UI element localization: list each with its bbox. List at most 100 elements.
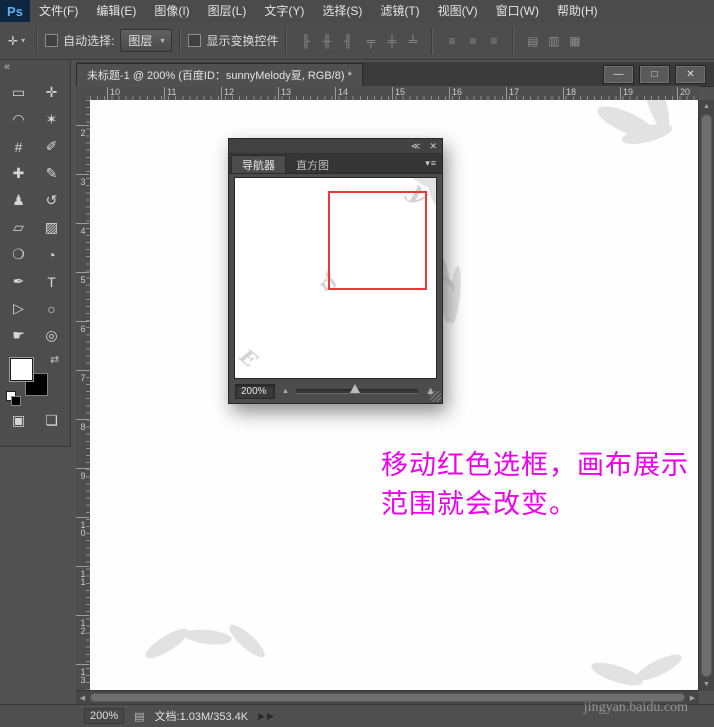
menu-window[interactable]: 窗口(W) — [487, 0, 548, 22]
navigator-view-box[interactable] — [328, 191, 427, 290]
crop-tool-icon[interactable]: # — [2, 133, 35, 160]
menu-help[interactable]: 帮助(H) — [548, 0, 607, 22]
tool-preset-picker[interactable]: ✛ ▾ — [0, 34, 29, 48]
foreground-color-swatch[interactable] — [10, 358, 33, 381]
menu-type[interactable]: 文字(Y) — [255, 0, 313, 22]
ruler-origin-corner — [76, 86, 91, 101]
gradient-tool-icon[interactable]: ▨ — [35, 214, 68, 241]
document-tab-bar: 未标题-1 @ 200% (百度ID：sunnyMelody夏, RGB/8) … — [76, 62, 714, 87]
annotation-text: 移动红色选框，画布展示 范围就会改变。 — [381, 446, 689, 524]
brush-tool-icon[interactable]: ✎ — [35, 160, 68, 187]
navigator-preview[interactable]: y rf E — [234, 177, 437, 379]
horizontal-ruler: 10 11 12 13 14 15 16 17 18 19 20 — [90, 86, 699, 101]
status-menu-arrow-icon[interactable]: ▶▶ — [258, 711, 276, 722]
distribute-vcenter-icon[interactable]: ≡ — [463, 32, 482, 49]
menu-layer[interactable]: 图层(L) — [199, 0, 256, 22]
canvas-watermark-shape — [595, 100, 699, 158]
align-hcenter-icon[interactable]: ╫ — [317, 32, 336, 49]
close-button[interactable]: ✕ — [675, 65, 706, 84]
swap-colors-icon[interactable]: ⇄ — [50, 353, 59, 366]
align-top-icon[interactable]: ╤ — [361, 32, 380, 49]
close-panel-icon[interactable]: ✕ — [429, 139, 437, 153]
separator — [512, 28, 514, 54]
align-vcenter-icon[interactable]: ╪ — [382, 32, 401, 49]
navigator-tabs: 导航器 直方图 ▾≡ — [229, 154, 442, 174]
type-tool-icon[interactable]: T — [35, 268, 68, 295]
ruler-mark: 10 — [110, 87, 120, 97]
move-tool-icon[interactable]: ✛ — [35, 79, 68, 106]
lasso-tool-icon[interactable]: ◠ — [2, 106, 35, 133]
collapse-panel-icon[interactable]: ≪ — [411, 139, 420, 153]
ruler-mark: 12 — [224, 87, 234, 97]
separator — [285, 28, 287, 54]
history-brush-tool-icon[interactable]: ↺ — [35, 187, 68, 214]
tab-navigator[interactable]: 导航器 — [231, 155, 286, 173]
align-right-icon[interactable]: ╢ — [338, 32, 357, 49]
tab-histogram[interactable]: 直方图 — [286, 156, 339, 173]
menu-edit[interactable]: 编辑(E) — [87, 0, 145, 22]
screen-mode-icon[interactable]: ❏ — [35, 407, 68, 434]
shape-tool-icon[interactable]: ○ — [35, 295, 68, 322]
menu-file[interactable]: 文件(F) — [30, 0, 87, 22]
distribute-top-icon[interactable]: ≡ — [442, 32, 461, 49]
pen-tool-icon[interactable]: ✒ — [2, 268, 35, 295]
zoom-tool-icon[interactable]: ◎ — [35, 322, 68, 349]
blur-tool-icon[interactable]: ❍ — [2, 241, 35, 268]
clone-stamp-tool-icon[interactable]: ♟ — [2, 187, 35, 214]
distribute-horizontal-group: ▤ ▥ ▦ — [523, 32, 584, 49]
navigator-titlebar[interactable]: ≪ ✕ — [229, 139, 442, 154]
eraser-tool-icon[interactable]: ▱ — [2, 214, 35, 241]
zoom-slider[interactable] — [296, 389, 418, 394]
navigator-panel[interactable]: ≪ ✕ 导航器 直方图 ▾≡ y rf E 200% ▲ — [228, 138, 443, 404]
navigator-zoom-field[interactable]: 200% — [235, 384, 275, 399]
eyedropper-tool-icon[interactable]: ✐ — [35, 133, 68, 160]
distribute-left-icon[interactable]: ▤ — [523, 32, 542, 49]
ruler-mark: 18 — [566, 87, 576, 97]
distribute-bottom-icon[interactable]: ≡ — [484, 32, 503, 49]
separator — [36, 28, 38, 54]
auto-select-checkbox[interactable] — [45, 34, 58, 47]
healing-brush-tool-icon[interactable]: ✚ — [2, 160, 35, 187]
zoom-out-icon[interactable]: ▲ — [282, 388, 289, 395]
scroll-up-icon[interactable]: ▲ — [699, 100, 714, 113]
scroll-down-icon[interactable]: ▼ — [699, 678, 714, 691]
site-watermark: jingyan.baidu.com — [584, 700, 688, 716]
path-select-tool-icon[interactable]: ▷ — [2, 295, 35, 322]
menu-filter[interactable]: 滤镜(T) — [371, 0, 428, 22]
distribute-right-icon[interactable]: ▦ — [565, 32, 584, 49]
vertical-scrollbar-thumb[interactable] — [701, 114, 712, 677]
vertical-scrollbar[interactable]: ▲ ▼ — [698, 100, 714, 691]
document-icon: ▤ — [134, 710, 144, 723]
magic-wand-tool-icon[interactable]: ✶ — [35, 106, 68, 133]
show-transform-checkbox[interactable] — [188, 34, 201, 47]
hand-tool-icon[interactable]: ☛ — [2, 322, 35, 349]
document-tab[interactable]: 未标题-1 @ 200% (百度ID：sunnyMelody夏, RGB/8) … — [76, 63, 363, 86]
auto-select-target-dropdown[interactable]: 图层 ▾ — [120, 29, 172, 52]
ps-logo: Ps — [0, 0, 30, 22]
distribute-hcenter-icon[interactable]: ▥ — [544, 32, 563, 49]
zoom-slider-thumb[interactable] — [350, 384, 360, 393]
toolbar-collapse-button[interactable]: « — [0, 60, 70, 76]
menu-view[interactable]: 视图(V) — [429, 0, 487, 22]
scroll-left-icon[interactable]: ◀ — [76, 691, 89, 704]
quick-mask-icon[interactable]: ▣ — [2, 407, 35, 434]
minimize-button[interactable]: — — [603, 65, 634, 84]
canvas[interactable]: f 移动红色选框，画布展示 范围就会改变。 ≪ ✕ 导航器 直 — [90, 100, 699, 691]
ruler-mark: 17 — [509, 87, 519, 97]
maximize-button[interactable]: □ — [639, 65, 670, 84]
align-left-icon[interactable]: ╟ — [296, 32, 315, 49]
menu-select[interactable]: 选择(S) — [313, 0, 371, 22]
ruler-mark: 2 — [78, 128, 88, 136]
status-zoom-field[interactable]: 200% — [84, 708, 124, 724]
menu-image[interactable]: 图像(I) — [145, 0, 198, 22]
preview-watermark-letter: E — [235, 344, 262, 372]
panel-menu-icon[interactable]: ▾≡ — [425, 158, 437, 169]
align-bottom-icon[interactable]: ╧ — [403, 32, 422, 49]
rect-marquee-tool-icon[interactable]: ▭ — [2, 79, 35, 106]
vertical-ruler: 2 3 4 5 6 7 8 9 10 11 12 13 — [76, 100, 91, 691]
ruler-mark: 7 — [78, 373, 88, 381]
dodge-tool-icon[interactable]: ◔ — [35, 241, 68, 268]
ruler-mark: 16 — [452, 87, 462, 97]
ruler-mark: 12 — [78, 618, 88, 634]
panel-resize-grip[interactable] — [430, 391, 441, 402]
